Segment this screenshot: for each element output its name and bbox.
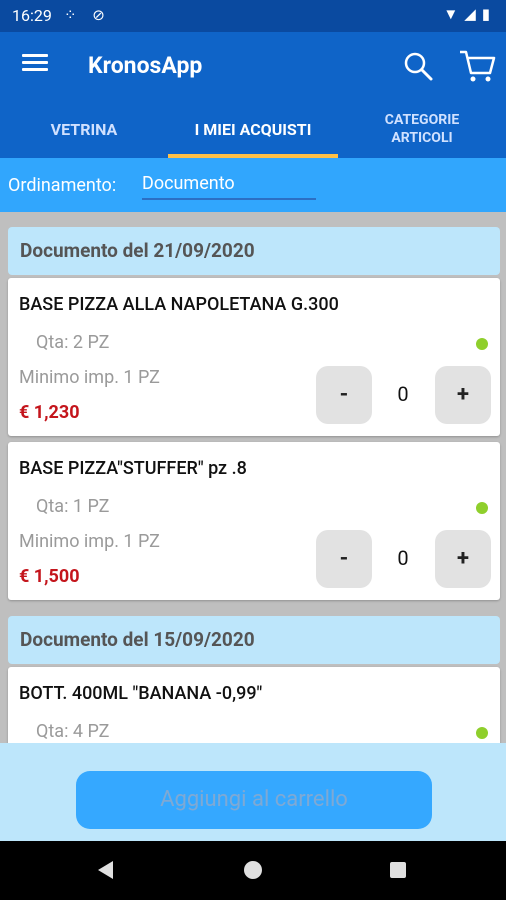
status-bar: 16:29 ⁘ ⊘ ▼◢▮ <box>0 0 506 32</box>
document-header: Documento del 15/09/2020 <box>8 616 500 664</box>
item-qty: Qta: 1 PZ <box>36 496 110 517</box>
availability-dot-icon <box>476 727 488 739</box>
increase-button[interactable]: + <box>435 366 491 424</box>
notification-icons: ⁘ ⊘ <box>64 6 111 24</box>
tab-vetrina[interactable]: VETRINA <box>0 100 168 158</box>
item-qty: Qta: 4 PZ <box>36 721 110 742</box>
item-qty: Qta: 2 PZ <box>36 332 110 353</box>
list-item: BOTT. 400ML "BANANA -0,99" Qta: 4 PZ <box>8 667 500 743</box>
item-min: Minimo imp. 1 PZ <box>19 531 160 552</box>
tab-bar: VETRINA I MIEI ACQUISTI CATEGORIE ARTICO… <box>0 100 506 158</box>
back-icon[interactable] <box>98 861 113 879</box>
list-item: BASE PIZZA"STUFFER" pz .8 Qta: 1 PZ Mini… <box>8 442 500 600</box>
decrease-button[interactable]: - <box>316 366 372 424</box>
tab-i-miei-acquisti[interactable]: I MIEI ACQUISTI <box>168 100 338 158</box>
item-count: 0 <box>397 546 409 570</box>
item-price: € 1,230 <box>19 402 80 423</box>
item-min: Minimo imp. 1 PZ <box>19 367 160 388</box>
item-name: BASE PIZZA"STUFFER" pz .8 <box>19 458 247 479</box>
app-title: KronosApp <box>88 52 203 79</box>
availability-dot-icon <box>476 338 488 350</box>
availability-dot-icon <box>476 502 488 514</box>
system-nav-bar <box>0 841 506 900</box>
decrease-button[interactable]: - <box>316 530 372 588</box>
system-icons: ▼◢▮ <box>443 5 496 23</box>
sort-bar: Ordinamento: Documento <box>0 158 506 212</box>
cart-icon[interactable] <box>458 49 496 83</box>
list-item: BASE PIZZA ALLA NAPOLETANA G.300 Qta: 2 … <box>8 278 500 436</box>
sort-label: Ordinamento: <box>8 175 117 196</box>
status-time: 16:29 <box>12 6 52 25</box>
increase-button[interactable]: + <box>435 530 491 588</box>
add-to-cart-button[interactable]: Aggiungi al carrello <box>76 771 432 829</box>
item-name: BOTT. 400ML "BANANA -0,99" <box>19 683 263 704</box>
menu-icon[interactable] <box>22 50 48 80</box>
item-name: BASE PIZZA ALLA NAPOLETANA G.300 <box>19 294 339 315</box>
recents-icon[interactable] <box>390 862 406 878</box>
sort-dropdown[interactable]: Documento <box>142 170 316 200</box>
item-count: 0 <box>397 382 409 406</box>
home-icon[interactable] <box>244 861 262 879</box>
tab-categorie-articoli[interactable]: CATEGORIE ARTICOLI <box>338 100 506 158</box>
document-header: Documento del 21/09/2020 <box>8 227 500 275</box>
item-price: € 1,500 <box>19 566 80 587</box>
search-icon[interactable] <box>402 50 434 82</box>
app-bar: KronosApp <box>0 32 506 100</box>
purchase-list[interactable]: Documento del 21/09/2020 BASE PIZZA ALLA… <box>0 212 506 743</box>
bottom-bar: Aggiungi al carrello <box>0 743 506 841</box>
